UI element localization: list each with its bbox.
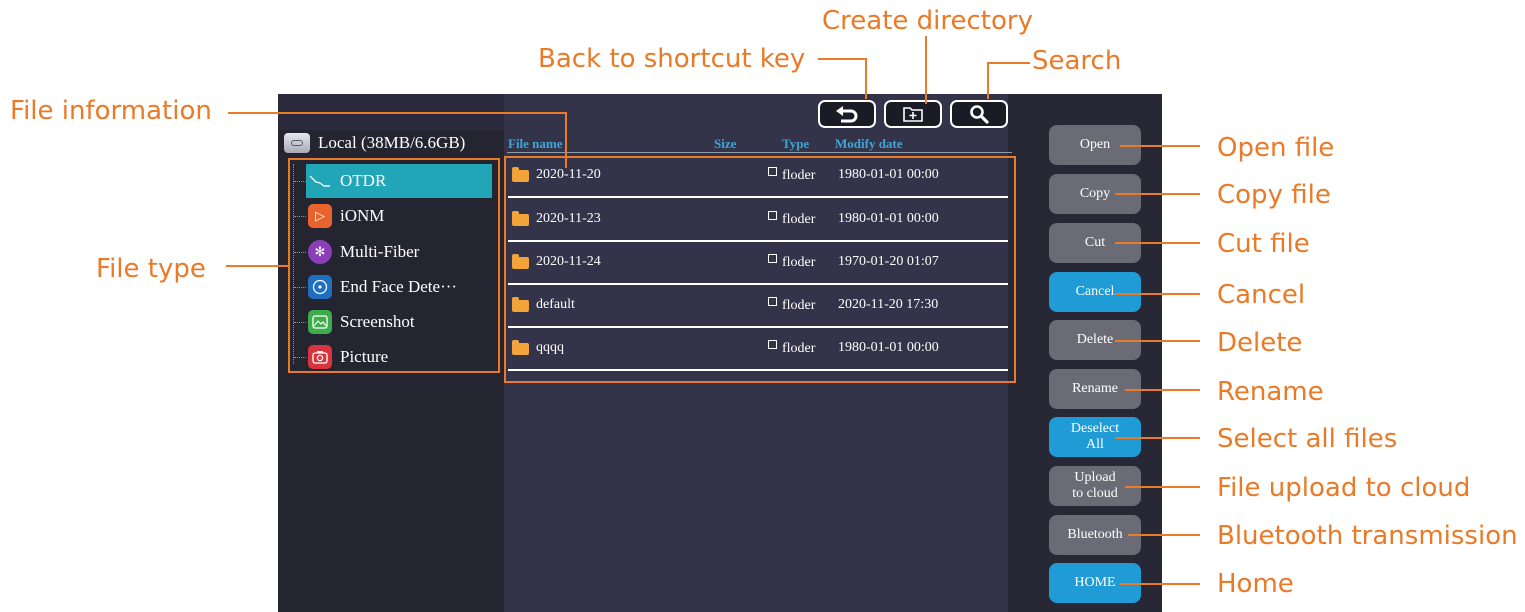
upload-to-cloud-button[interactable]: Upload to cloud [1049, 466, 1141, 506]
annotation-back-to-shortcut: Back to shortcut key [538, 44, 806, 74]
bluetooth-button[interactable]: Bluetooth [1049, 515, 1141, 555]
rename-button-label: Rename [1072, 380, 1118, 396]
cancel-button[interactable]: Cancel [1049, 272, 1141, 312]
annotation-rename: Rename [1217, 377, 1324, 407]
search-button[interactable] [950, 100, 1008, 128]
copy-button[interactable]: Copy [1049, 174, 1141, 214]
column-header-date[interactable]: Modify date [835, 136, 903, 152]
annotation-delete: Delete [1217, 328, 1303, 358]
annotation-file-type: File type [96, 254, 206, 284]
annotation-bluetooth: Bluetooth transmission [1217, 521, 1518, 551]
annotation-search: Search [1032, 46, 1122, 76]
file-information-highlight-box [504, 156, 1016, 383]
upload-button-label: Upload to cloud [1072, 469, 1118, 501]
open-button[interactable]: Open [1049, 125, 1141, 165]
tree-root-local[interactable]: Local (38MB/6.6GB) [284, 133, 465, 153]
drive-icon [284, 133, 310, 153]
cut-button[interactable]: Cut [1049, 223, 1141, 263]
cancel-button-label: Cancel [1075, 283, 1115, 299]
annotation-copy-file: Copy file [1217, 180, 1331, 210]
back-arrow-icon [836, 106, 858, 123]
annotation-open-file: Open file [1217, 133, 1335, 163]
column-header-name[interactable]: File name [508, 136, 563, 152]
annotation-upload: File upload to cloud [1217, 473, 1471, 503]
delete-button-label: Delete [1076, 331, 1114, 347]
annotation-cut-file: Cut file [1217, 229, 1310, 259]
annotation-select-all: Select all files [1217, 424, 1398, 454]
tree-root-label: Local (38MB/6.6GB) [318, 133, 466, 152]
new-folder-icon [903, 107, 923, 122]
leader-back [818, 58, 867, 99]
header-divider [507, 152, 1012, 153]
bluetooth-button-label: Bluetooth [1067, 526, 1123, 542]
cut-button-label: Cut [1084, 234, 1106, 250]
annotation-home: Home [1217, 569, 1294, 599]
create-directory-button[interactable] [884, 100, 942, 128]
annotation-file-information: File information [10, 96, 212, 126]
open-button-label: Open [1079, 136, 1111, 152]
home-button[interactable]: HOME [1049, 563, 1141, 603]
rename-button[interactable]: Rename [1049, 369, 1141, 409]
column-header-type[interactable]: Type [782, 136, 809, 152]
delete-button[interactable]: Delete [1049, 320, 1141, 360]
file-type-highlight-box [288, 158, 500, 373]
annotation-cancel: Cancel [1217, 280, 1306, 310]
deselect-all-button[interactable]: Deselect All [1049, 417, 1141, 457]
home-button-label: HOME [1074, 574, 1116, 590]
column-header-size[interactable]: Size [714, 136, 736, 152]
search-icon [970, 105, 989, 124]
back-button[interactable] [818, 100, 876, 128]
copy-button-label: Copy [1079, 185, 1111, 201]
deselect-all-button-label: Deselect All [1070, 420, 1120, 452]
annotation-create-directory: Create directory [822, 6, 1033, 36]
